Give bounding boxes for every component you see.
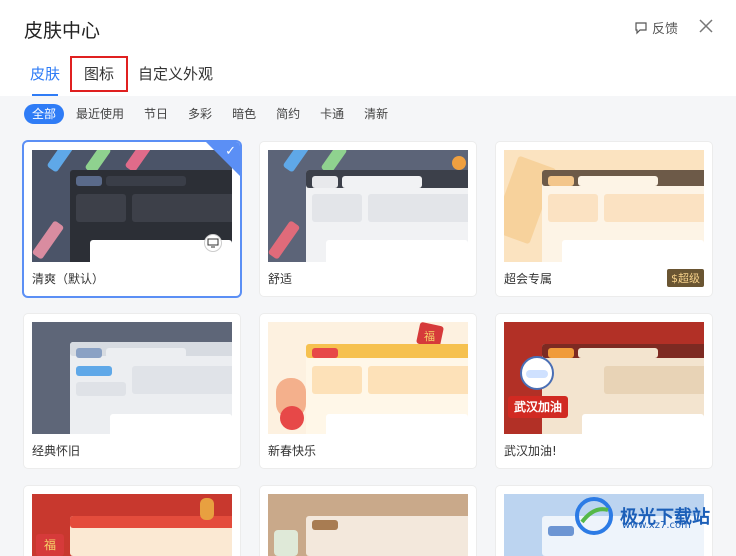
skin-name: 超会专属 xyxy=(504,272,553,286)
filter-colorful[interactable]: 多彩 xyxy=(180,104,220,124)
skin-card-spring[interactable]: 福 新春快乐 xyxy=(260,314,476,468)
super-member-badge: $超级 xyxy=(667,269,704,287)
skin-name: 经典怀旧 xyxy=(32,444,81,458)
filter-bar: 全部 最近使用 节日 多彩 暗色 简约 卡通 清新 xyxy=(24,104,396,124)
filter-recent[interactable]: 最近使用 xyxy=(68,104,132,124)
dialog-title: 皮肤中心 xyxy=(24,20,101,42)
feedback-label: 反馈 xyxy=(652,22,679,37)
watermark: 极光下载站 www.xz7.com xyxy=(574,496,710,536)
skin-preview xyxy=(268,150,468,262)
skin-card-default[interactable]: ✓ 清爽（默认） xyxy=(24,142,240,296)
skin-preview: 武汉加油 xyxy=(504,322,704,434)
filter-simple[interactable]: 简约 xyxy=(268,104,308,124)
close-icon xyxy=(699,19,713,33)
dialog-header: 皮肤中心 反馈 皮肤 图标 自定义外观 xyxy=(0,0,736,96)
filter-all[interactable]: 全部 xyxy=(24,104,65,124)
fu-character: 福 xyxy=(424,330,435,343)
skin-name: 武汉加油! xyxy=(504,444,557,458)
watermark-url: www.xz7.com xyxy=(622,520,691,531)
tab-icon[interactable]: 图标 xyxy=(70,56,129,92)
skin-preview: 福 xyxy=(32,494,232,556)
skin-card-comfort[interactable]: 舒适 xyxy=(260,142,476,296)
tab-custom-appearance[interactable]: 自定义外观 xyxy=(126,58,225,90)
skin-preview xyxy=(504,150,704,262)
close-button[interactable] xyxy=(696,16,716,36)
fu-character: 福 xyxy=(36,534,64,556)
tab-bar: 皮肤 图标 自定义外观 xyxy=(18,56,225,96)
skin-name: 清爽（默认） xyxy=(32,272,105,286)
filter-fresh[interactable]: 清新 xyxy=(356,104,396,124)
skin-name: 舒适 xyxy=(268,272,293,286)
feedback-button[interactable]: 反馈 xyxy=(634,18,678,37)
tab-skin[interactable]: 皮肤 xyxy=(18,58,72,96)
filter-cartoon[interactable]: 卡通 xyxy=(312,104,352,124)
skin-card-row3-1[interactable]: 福 xyxy=(24,486,240,556)
skin-preview xyxy=(32,150,232,262)
monitor-icon xyxy=(207,238,219,248)
aurora-logo-icon xyxy=(575,497,613,535)
skin-preview xyxy=(268,494,468,556)
skin-card-classic[interactable]: 经典怀旧 xyxy=(24,314,240,468)
filter-holiday[interactable]: 节日 xyxy=(136,104,176,124)
skin-card-wuhan[interactable]: 武汉加油 武汉加油! xyxy=(496,314,712,468)
filter-dark[interactable]: 暗色 xyxy=(224,104,264,124)
skin-card-row3-2[interactable] xyxy=(260,486,476,556)
check-icon: ✓ xyxy=(225,144,236,159)
skin-card-vip[interactable]: 超会专属 $超级 xyxy=(496,142,712,296)
wuhan-banner: 武汉加油 xyxy=(508,396,568,418)
skin-preview xyxy=(32,322,232,434)
skin-preview: 福 xyxy=(268,322,468,434)
chat-bubble-icon xyxy=(635,21,647,34)
skin-name: 新春快乐 xyxy=(268,444,317,458)
